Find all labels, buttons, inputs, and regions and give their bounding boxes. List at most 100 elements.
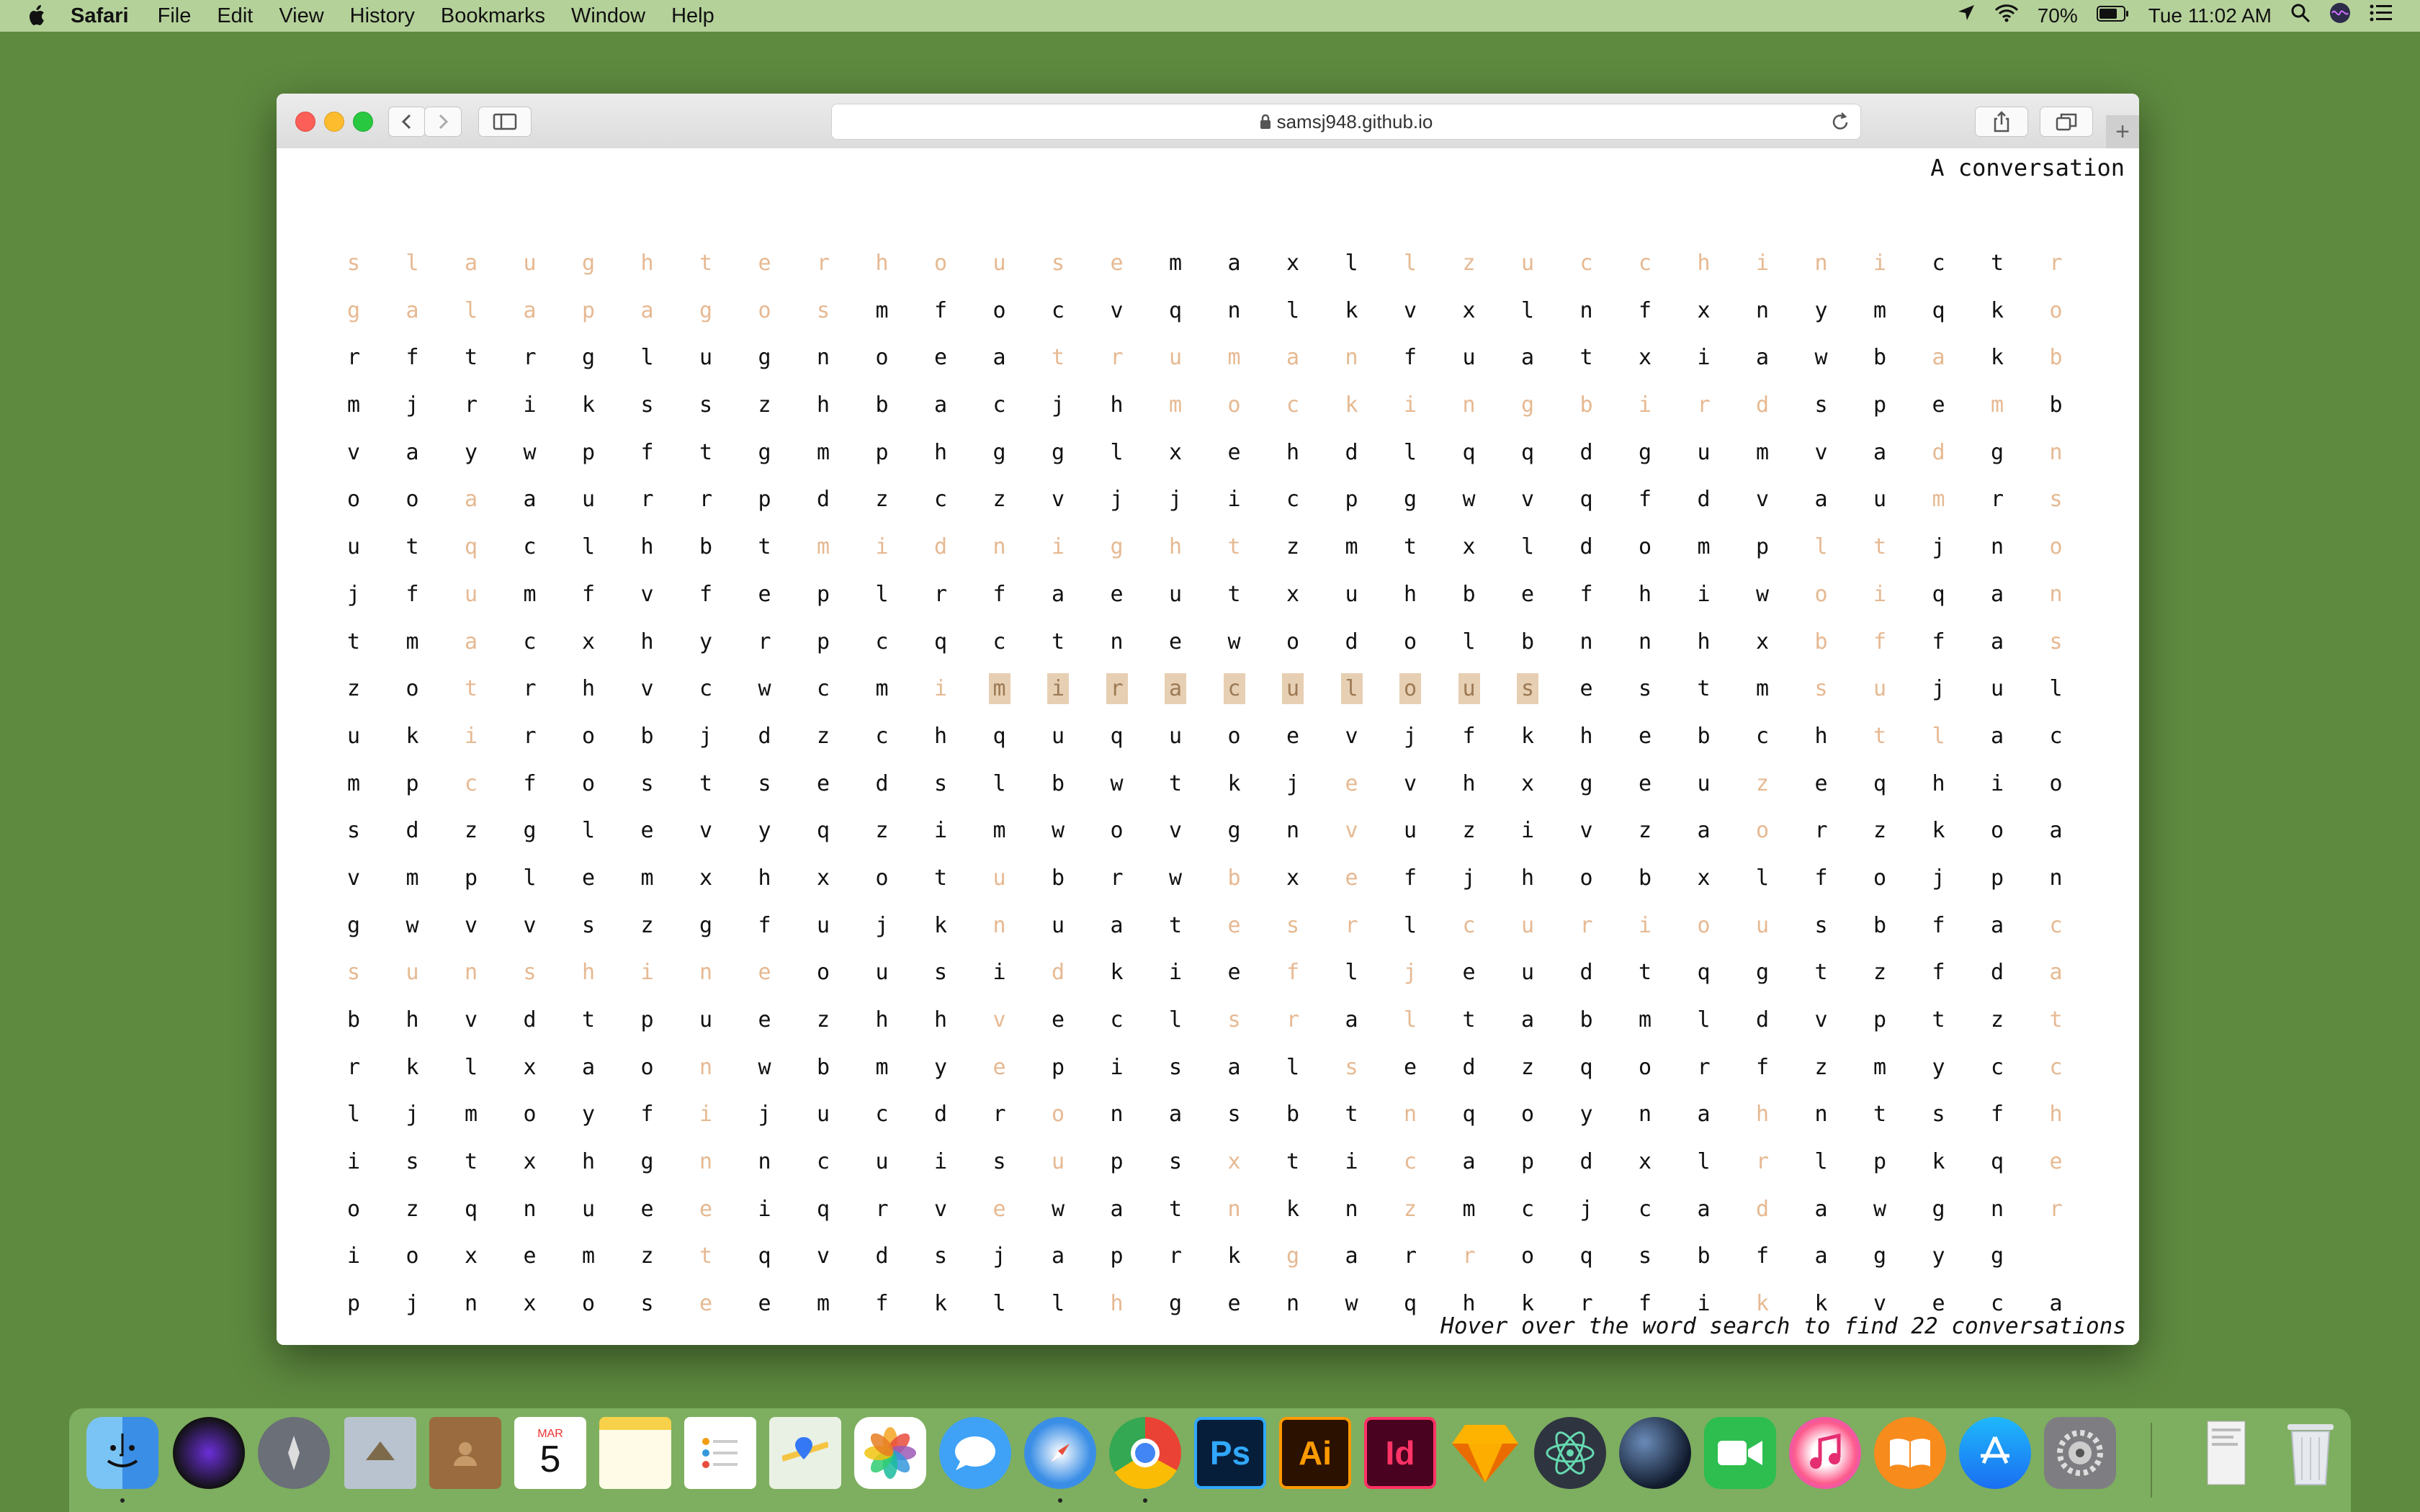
grid-letter[interactable]: t <box>1052 343 1111 391</box>
grid-letter[interactable]: t <box>699 1242 758 1290</box>
grid-letter[interactable]: s <box>1815 391 1874 438</box>
grid-letter[interactable]: i <box>347 1148 406 1195</box>
grid-letter[interactable]: o <box>1228 391 1287 438</box>
atom-icon[interactable] <box>1534 1417 1606 1489</box>
grid-letter[interactable]: i <box>1047 673 1111 722</box>
grid-letter[interactable]: t <box>1404 533 1463 580</box>
grid-letter[interactable]: w <box>1228 628 1287 675</box>
grid-letter[interactable]: a <box>993 343 1052 391</box>
grid-letter[interactable]: h <box>1932 770 1991 817</box>
show-tabs-button[interactable] <box>2040 107 2093 137</box>
grid-letter[interactable]: n <box>1815 1100 1874 1148</box>
grid-letter[interactable]: t <box>934 864 993 912</box>
grid-letter[interactable]: s <box>524 958 583 1006</box>
grid-letter[interactable]: q <box>1698 958 1757 1006</box>
grid-letter[interactable]: i <box>934 675 993 722</box>
grid-letter[interactable]: y <box>934 1053 993 1101</box>
grid-letter[interactable]: f <box>758 912 817 959</box>
grid-letter[interactable]: s <box>347 958 406 1006</box>
mail-stamp-icon[interactable] <box>344 1417 416 1489</box>
grid-letter[interactable]: e <box>1228 438 1287 486</box>
grid-letter[interactable]: p <box>1873 391 1932 438</box>
grid-letter[interactable]: e <box>699 1195 758 1243</box>
grid-letter[interactable]: c <box>876 628 935 675</box>
grid-letter[interactable]: n <box>1345 1195 1404 1243</box>
grid-letter[interactable]: n <box>465 958 524 1006</box>
grid-letter[interactable]: f <box>641 438 700 486</box>
grid-letter[interactable]: q <box>1169 297 1228 344</box>
grid-letter[interactable]: m <box>1228 343 1287 391</box>
grid-letter[interactable]: i <box>1521 816 1580 864</box>
grid-letter[interactable]: x <box>699 864 758 912</box>
grid-letter[interactable]: f <box>582 580 641 628</box>
grid-letter[interactable]: s <box>1815 912 1874 959</box>
grid-letter[interactable]: e <box>641 1195 700 1243</box>
menu-edit[interactable]: Edit <box>217 4 253 28</box>
grid-letter[interactable]: o <box>1404 628 1463 675</box>
grid-letter[interactable]: r <box>1815 816 1874 864</box>
grid-letter[interactable]: x <box>1286 580 1345 628</box>
grid-letter[interactable]: l <box>1052 1290 1111 1337</box>
grid-letter[interactable]: o <box>582 770 641 817</box>
menu-help[interactable]: Help <box>671 4 714 28</box>
grid-letter[interactable]: h <box>1639 580 1698 628</box>
grid-letter[interactable]: j <box>1404 958 1463 1006</box>
grid-letter[interactable]: r <box>817 249 876 297</box>
grid-letter[interactable]: u <box>1521 958 1580 1006</box>
grid-letter[interactable]: u <box>1282 673 1345 722</box>
grid-letter[interactable]: a <box>465 485 524 533</box>
grid-letter[interactable]: s <box>1517 673 1580 722</box>
grid-letter[interactable]: u <box>582 485 641 533</box>
grid-letter[interactable]: f <box>876 1290 935 1337</box>
grid-letter[interactable]: d <box>758 722 817 770</box>
grid-letter[interactable]: l <box>1404 438 1463 486</box>
menu-file[interactable]: File <box>158 4 192 28</box>
grid-letter[interactable]: h <box>1580 722 1639 770</box>
grid-letter[interactable]: k <box>1521 722 1580 770</box>
grid-letter[interactable]: x <box>1639 1148 1698 1195</box>
grid-letter[interactable]: v <box>465 912 524 959</box>
grid-letter[interactable]: o <box>1639 1053 1698 1101</box>
grid-letter[interactable]: a <box>406 438 465 486</box>
grid-letter[interactable]: l <box>1169 1006 1228 1053</box>
grid-letter[interactable]: n <box>1756 297 1815 344</box>
grid-letter[interactable]: w <box>1052 816 1111 864</box>
grid-letter[interactable]: r <box>699 485 758 533</box>
grid-letter[interactable]: q <box>1873 770 1932 817</box>
grid-letter[interactable]: f <box>1463 722 1522 770</box>
grid-letter[interactable]: e <box>758 1290 817 1337</box>
grid-letter[interactable]: h <box>1463 770 1522 817</box>
grid-letter[interactable]: o <box>1286 628 1345 675</box>
grid-letter[interactable]: g <box>1521 391 1580 438</box>
grid-letter[interactable]: w <box>1169 864 1228 912</box>
grid-letter[interactable]: f <box>1404 864 1463 912</box>
indesign-icon[interactable]: Id <box>1364 1417 1436 1489</box>
grid-letter[interactable]: b <box>1521 628 1580 675</box>
grid-letter[interactable]: n <box>524 1195 583 1243</box>
grid-letter[interactable]: h <box>876 1006 935 1053</box>
grid-letter[interactable]: z <box>758 391 817 438</box>
notification-center-icon[interactable] <box>2370 4 2393 28</box>
grid-letter[interactable]: e <box>1345 864 1404 912</box>
grid-letter[interactable]: j <box>1286 770 1345 817</box>
grid-letter[interactable]: n <box>1580 297 1639 344</box>
grid-letter[interactable]: v <box>1052 485 1111 533</box>
siri-app-icon[interactable] <box>173 1417 245 1489</box>
grid-letter[interactable]: o <box>406 675 465 722</box>
grid-letter[interactable]: r <box>465 391 524 438</box>
grid-letter[interactable]: s <box>699 391 758 438</box>
grid-letter[interactable]: o <box>1111 816 1170 864</box>
grid-letter[interactable]: m <box>641 864 700 912</box>
grid-letter[interactable]: o <box>2050 770 2109 817</box>
grid-letter[interactable]: z <box>1521 1053 1580 1101</box>
grid-letter[interactable]: b <box>1580 391 1639 438</box>
grid-letter[interactable]: a <box>524 297 583 344</box>
grid-letter[interactable]: a <box>1991 912 2050 959</box>
grid-letter[interactable]: n <box>1345 343 1404 391</box>
grid-letter[interactable]: f <box>1756 1053 1815 1101</box>
grid-letter[interactable]: e <box>1521 580 1580 628</box>
grid-letter[interactable]: t <box>465 343 524 391</box>
grid-letter[interactable]: f <box>641 1100 700 1148</box>
grid-letter[interactable]: h <box>1111 391 1170 438</box>
grid-letter[interactable]: d <box>1463 1053 1522 1101</box>
